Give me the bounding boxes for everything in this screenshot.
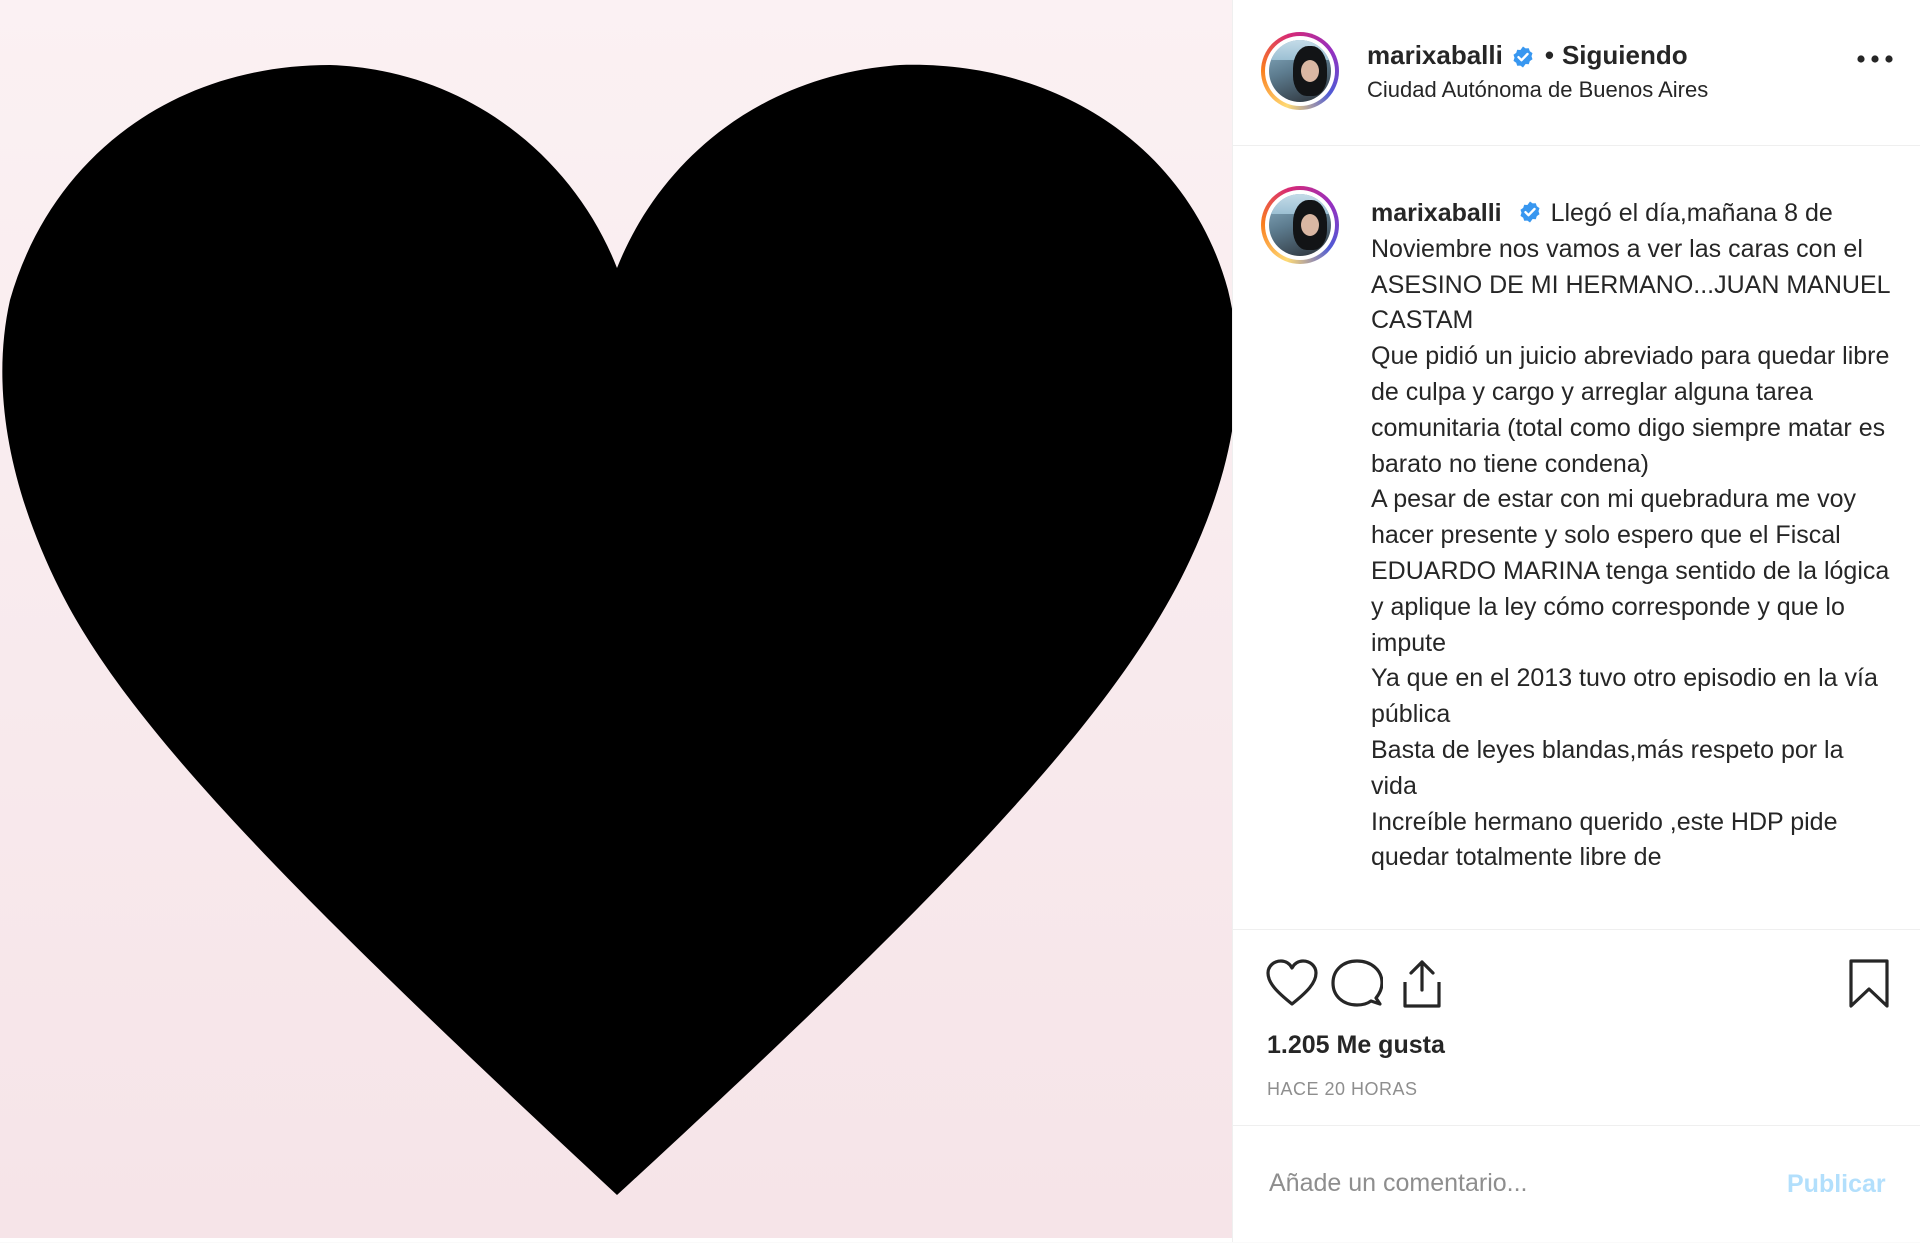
verified-badge-icon — [1520, 201, 1540, 223]
comment-input[interactable] — [1267, 1162, 1771, 1204]
caption-username-link[interactable]: marixaballi — [1371, 199, 1502, 227]
post-caption: marixaballi Llegó el día,mañana 8 de Nov… — [1371, 196, 1891, 876]
verified-badge-icon — [1513, 46, 1533, 68]
post-header: marixaballi • Siguiendo Ciudad Autónoma de… — [1233, 0, 1920, 146]
location-link[interactable]: Ciudad Autónoma de Buenos Aires — [1367, 77, 1708, 103]
bookmark-icon[interactable] — [1847, 958, 1891, 1010]
comment-icon[interactable] — [1331, 958, 1383, 1008]
following-button[interactable]: Siguiendo — [1562, 40, 1688, 70]
more-horizontal-icon[interactable] — [1855, 52, 1895, 66]
share-icon[interactable] — [1397, 958, 1447, 1010]
add-comment-section: Publicar — [1233, 1125, 1920, 1243]
post-image[interactable] — [0, 0, 1232, 1238]
caption-avatar[interactable] — [1261, 186, 1339, 264]
black-heart-image — [2, 64, 1232, 1195]
likes-count[interactable]: 1.205 Me gusta — [1267, 1031, 1445, 1060]
separator-dot: • — [1544, 40, 1554, 70]
post-actions: 1.205 Me gusta HACE 20 HORAS — [1233, 929, 1920, 1126]
post-timestamp[interactable]: HACE 20 HORAS — [1267, 1079, 1418, 1100]
header-userline: marixaballi • Siguiendo — [1367, 40, 1688, 71]
username-link[interactable]: marixaballi — [1367, 40, 1503, 70]
publish-button[interactable]: Publicar — [1787, 1170, 1886, 1199]
heart-icon[interactable] — [1265, 958, 1319, 1008]
instagram-post: marixaballi • Siguiendo Ciudad Autónoma de… — [0, 0, 1920, 1242]
avatar[interactable] — [1261, 32, 1339, 110]
post-sidebar: marixaballi • Siguiendo Ciudad Autónoma de… — [1232, 0, 1920, 1242]
caption-text: Llegó el día,mañana 8 de Noviembre nos v… — [1371, 199, 1890, 872]
comments-area[interactable]: marixaballi Llegó el día,mañana 8 de Nov… — [1233, 146, 1920, 929]
